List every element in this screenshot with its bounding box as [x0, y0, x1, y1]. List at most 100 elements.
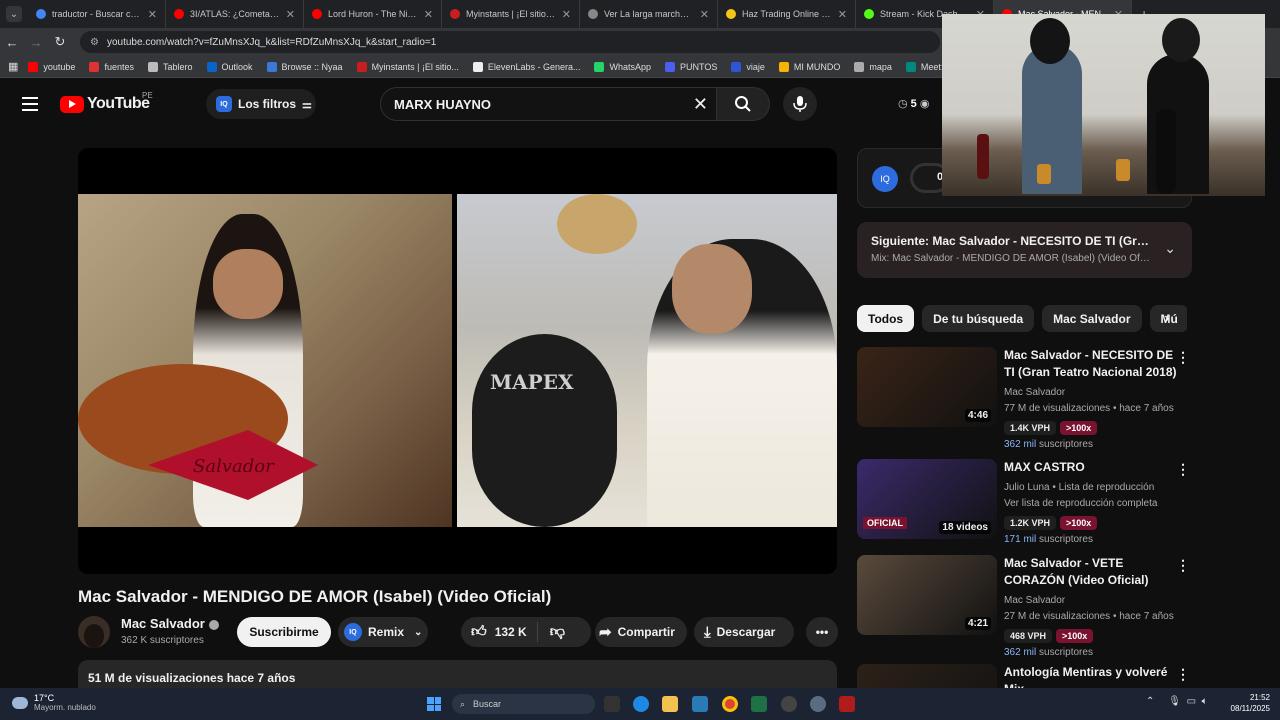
taskbar-search-input[interactable]: ⌕ Buscar: [452, 694, 595, 714]
more-vertical-icon[interactable]: ⋮: [1176, 461, 1190, 478]
bookmark-item[interactable]: Tablero: [147, 61, 193, 72]
channel-name[interactable]: Mac Salvador: [121, 616, 219, 631]
search-input[interactable]: MARX HUAYNO ✕: [380, 87, 716, 121]
clear-search-icon[interactable]: ✕: [693, 94, 708, 115]
like-dislike-group: 👍︎ 132 K 👎︎: [461, 617, 591, 647]
video-thumbnail[interactable]: OFICIAL 18 videos: [857, 459, 997, 539]
share-icon: ➦: [599, 624, 612, 641]
browser-tab[interactable]: traductor - Buscar con Go ✕: [28, 0, 166, 28]
duration-badge: 18 videos: [939, 521, 991, 534]
outlook-icon[interactable]: [692, 696, 708, 712]
clock[interactable]: 21:52 08/11/2025: [1222, 692, 1270, 714]
browser-tab[interactable]: Lord Huron - The Night W ✕: [304, 0, 442, 28]
bookmark-item[interactable]: ElevenLabs - Genera...: [472, 61, 580, 72]
outlier-badge: >100x: [1056, 629, 1094, 643]
subscribe-button[interactable]: Suscribirme: [237, 617, 331, 647]
close-tab-icon[interactable]: ✕: [286, 8, 295, 21]
chevron-up-icon[interactable]: ⌃: [1146, 696, 1154, 707]
bookmark-item[interactable]: PUNTOS: [665, 61, 718, 72]
bookmark-item[interactable]: Browse :: Nyaa: [266, 61, 343, 72]
close-tab-icon[interactable]: ✕: [562, 8, 571, 21]
download-button[interactable]: ⤓ Descargar: [694, 617, 794, 647]
bookmark-item[interactable]: fuentes: [89, 61, 134, 72]
forward-icon[interactable]: →: [24, 35, 48, 50]
verified-icon: [208, 619, 219, 630]
mic-tray-icon[interactable]: 🎙︎: [1168, 696, 1181, 707]
streaming-app-icon[interactable]: [839, 696, 855, 712]
bookmark-item[interactable]: Myinstants | ¡El sitio...: [356, 61, 459, 72]
remix-button[interactable]: IQ Remix ⌄: [338, 617, 428, 647]
more-vertical-icon[interactable]: ⋮: [1176, 349, 1190, 366]
apps-grid-icon[interactable]: ▦: [8, 60, 18, 73]
chrome-icon[interactable]: [722, 696, 738, 712]
close-tab-icon[interactable]: ✕: [148, 8, 157, 21]
bookmark-item[interactable]: WhatsApp: [594, 61, 651, 72]
channel-avatar[interactable]: [78, 616, 110, 648]
url-input[interactable]: ⚙ youtube.com/watch?v=fZuMnsXJq_k&list=R…: [80, 31, 940, 53]
excel-icon[interactable]: [751, 696, 767, 712]
tab-search-icon[interactable]: ⌄: [6, 6, 22, 22]
app-icon[interactable]: [781, 696, 797, 712]
filter-chip[interactable]: Mac Salvador: [1042, 305, 1142, 332]
share-button[interactable]: ➦ Compartir: [595, 617, 687, 647]
youtube-logo[interactable]: YouTube PE: [60, 91, 153, 113]
logo-text: YouTube: [87, 95, 150, 112]
filter-chip[interactable]: Todos: [857, 305, 915, 332]
browser-tab[interactable]: Ver La larga marcha (2025 ✕: [580, 0, 718, 28]
channel-subscribers: 362 mil suscriptores: [1004, 647, 1179, 658]
menu-icon[interactable]: [22, 97, 38, 115]
bookmark-favicon-icon: [665, 61, 676, 72]
like-button[interactable]: 👍︎ 132 K: [461, 622, 538, 642]
file-explorer-icon[interactable]: [662, 696, 678, 712]
back-icon[interactable]: ←: [0, 35, 24, 50]
more-vertical-icon[interactable]: ⋮: [1176, 557, 1190, 574]
filter-chip[interactable]: De tu búsqueda: [922, 305, 1035, 332]
system-tray[interactable]: ⌃ 🎙︎ ▭ 🔈︎: [1146, 696, 1208, 707]
up-next-box[interactable]: Siguiente: Mac Salvador - NECESITO DE TI…: [857, 222, 1192, 278]
filters-button[interactable]: IQ Los filtros ⚌: [206, 89, 316, 119]
video-player[interactable]: Salvador MAPEX: [78, 148, 837, 574]
counter-value: 5: [910, 98, 917, 110]
tab-favicon-icon: [588, 9, 598, 19]
tab-title: Myinstants | ¡El sitio web: [466, 9, 556, 19]
bookmark-item[interactable]: MI MUNDO: [778, 61, 840, 72]
voice-search-button[interactable]: [783, 87, 817, 121]
video-item-title: Mac Salvador - VETE CORAZÓN (Video Ofici…: [1004, 556, 1149, 587]
bookmark-label: PUNTOS: [680, 61, 718, 72]
close-tab-icon[interactable]: ✕: [700, 8, 709, 21]
history-counter[interactable]: ◷ 5 ◉: [898, 97, 929, 110]
vph-badge: 1.4K VPH: [1004, 421, 1057, 435]
browser-tab[interactable]: 3I/ATLAS: ¿Cometa o Nav ✕: [166, 0, 304, 28]
task-view-icon[interactable]: [604, 696, 620, 712]
weather-widget[interactable]: 17°C Mayorm. nublado: [12, 693, 96, 712]
subscriber-number: 362 mil: [1004, 439, 1037, 450]
chevron-right-icon[interactable]: ›: [1164, 310, 1169, 328]
more-actions-button[interactable]: •••: [806, 617, 838, 647]
site-info-icon[interactable]: ⚙: [90, 37, 99, 48]
bookmark-item[interactable]: viaje: [731, 61, 765, 72]
clock-date: 08/11/2025: [1230, 704, 1270, 713]
windows-start-icon[interactable]: [427, 697, 441, 711]
close-tab-icon[interactable]: ✕: [424, 8, 433, 21]
browser-tab[interactable]: Myinstants | ¡El sitio web ✕: [442, 0, 580, 28]
browser-tab[interactable]: Haz Trading Online con u ✕: [718, 0, 856, 28]
more-vertical-icon[interactable]: ⋮: [1176, 666, 1190, 683]
search-button[interactable]: [716, 87, 770, 121]
bookmark-label: youtube: [43, 61, 76, 72]
settings-icon[interactable]: [810, 696, 826, 712]
download-icon: ⤓: [704, 623, 711, 641]
dislike-button[interactable]: 👎︎: [538, 623, 577, 641]
bookmark-item[interactable]: mapa: [854, 61, 892, 72]
close-tab-icon[interactable]: ✕: [838, 8, 847, 21]
edge-icon[interactable]: [633, 696, 649, 712]
video-thumbnail[interactable]: 4:21: [857, 555, 997, 635]
bookmark-item[interactable]: youtube: [28, 61, 76, 72]
video-thumbnail[interactable]: 4:46: [857, 347, 997, 427]
reload-icon[interactable]: ↻: [48, 34, 72, 50]
bookmark-item[interactable]: Outlook: [206, 61, 253, 72]
chevron-down-icon[interactable]: ⌄: [1164, 240, 1176, 257]
volume-icon[interactable]: 🔈︎: [1202, 696, 1208, 707]
tab-favicon-icon: [312, 9, 322, 19]
network-icon[interactable]: ▭: [1187, 696, 1196, 707]
bookmark-label: Browse :: Nyaa: [281, 61, 343, 72]
